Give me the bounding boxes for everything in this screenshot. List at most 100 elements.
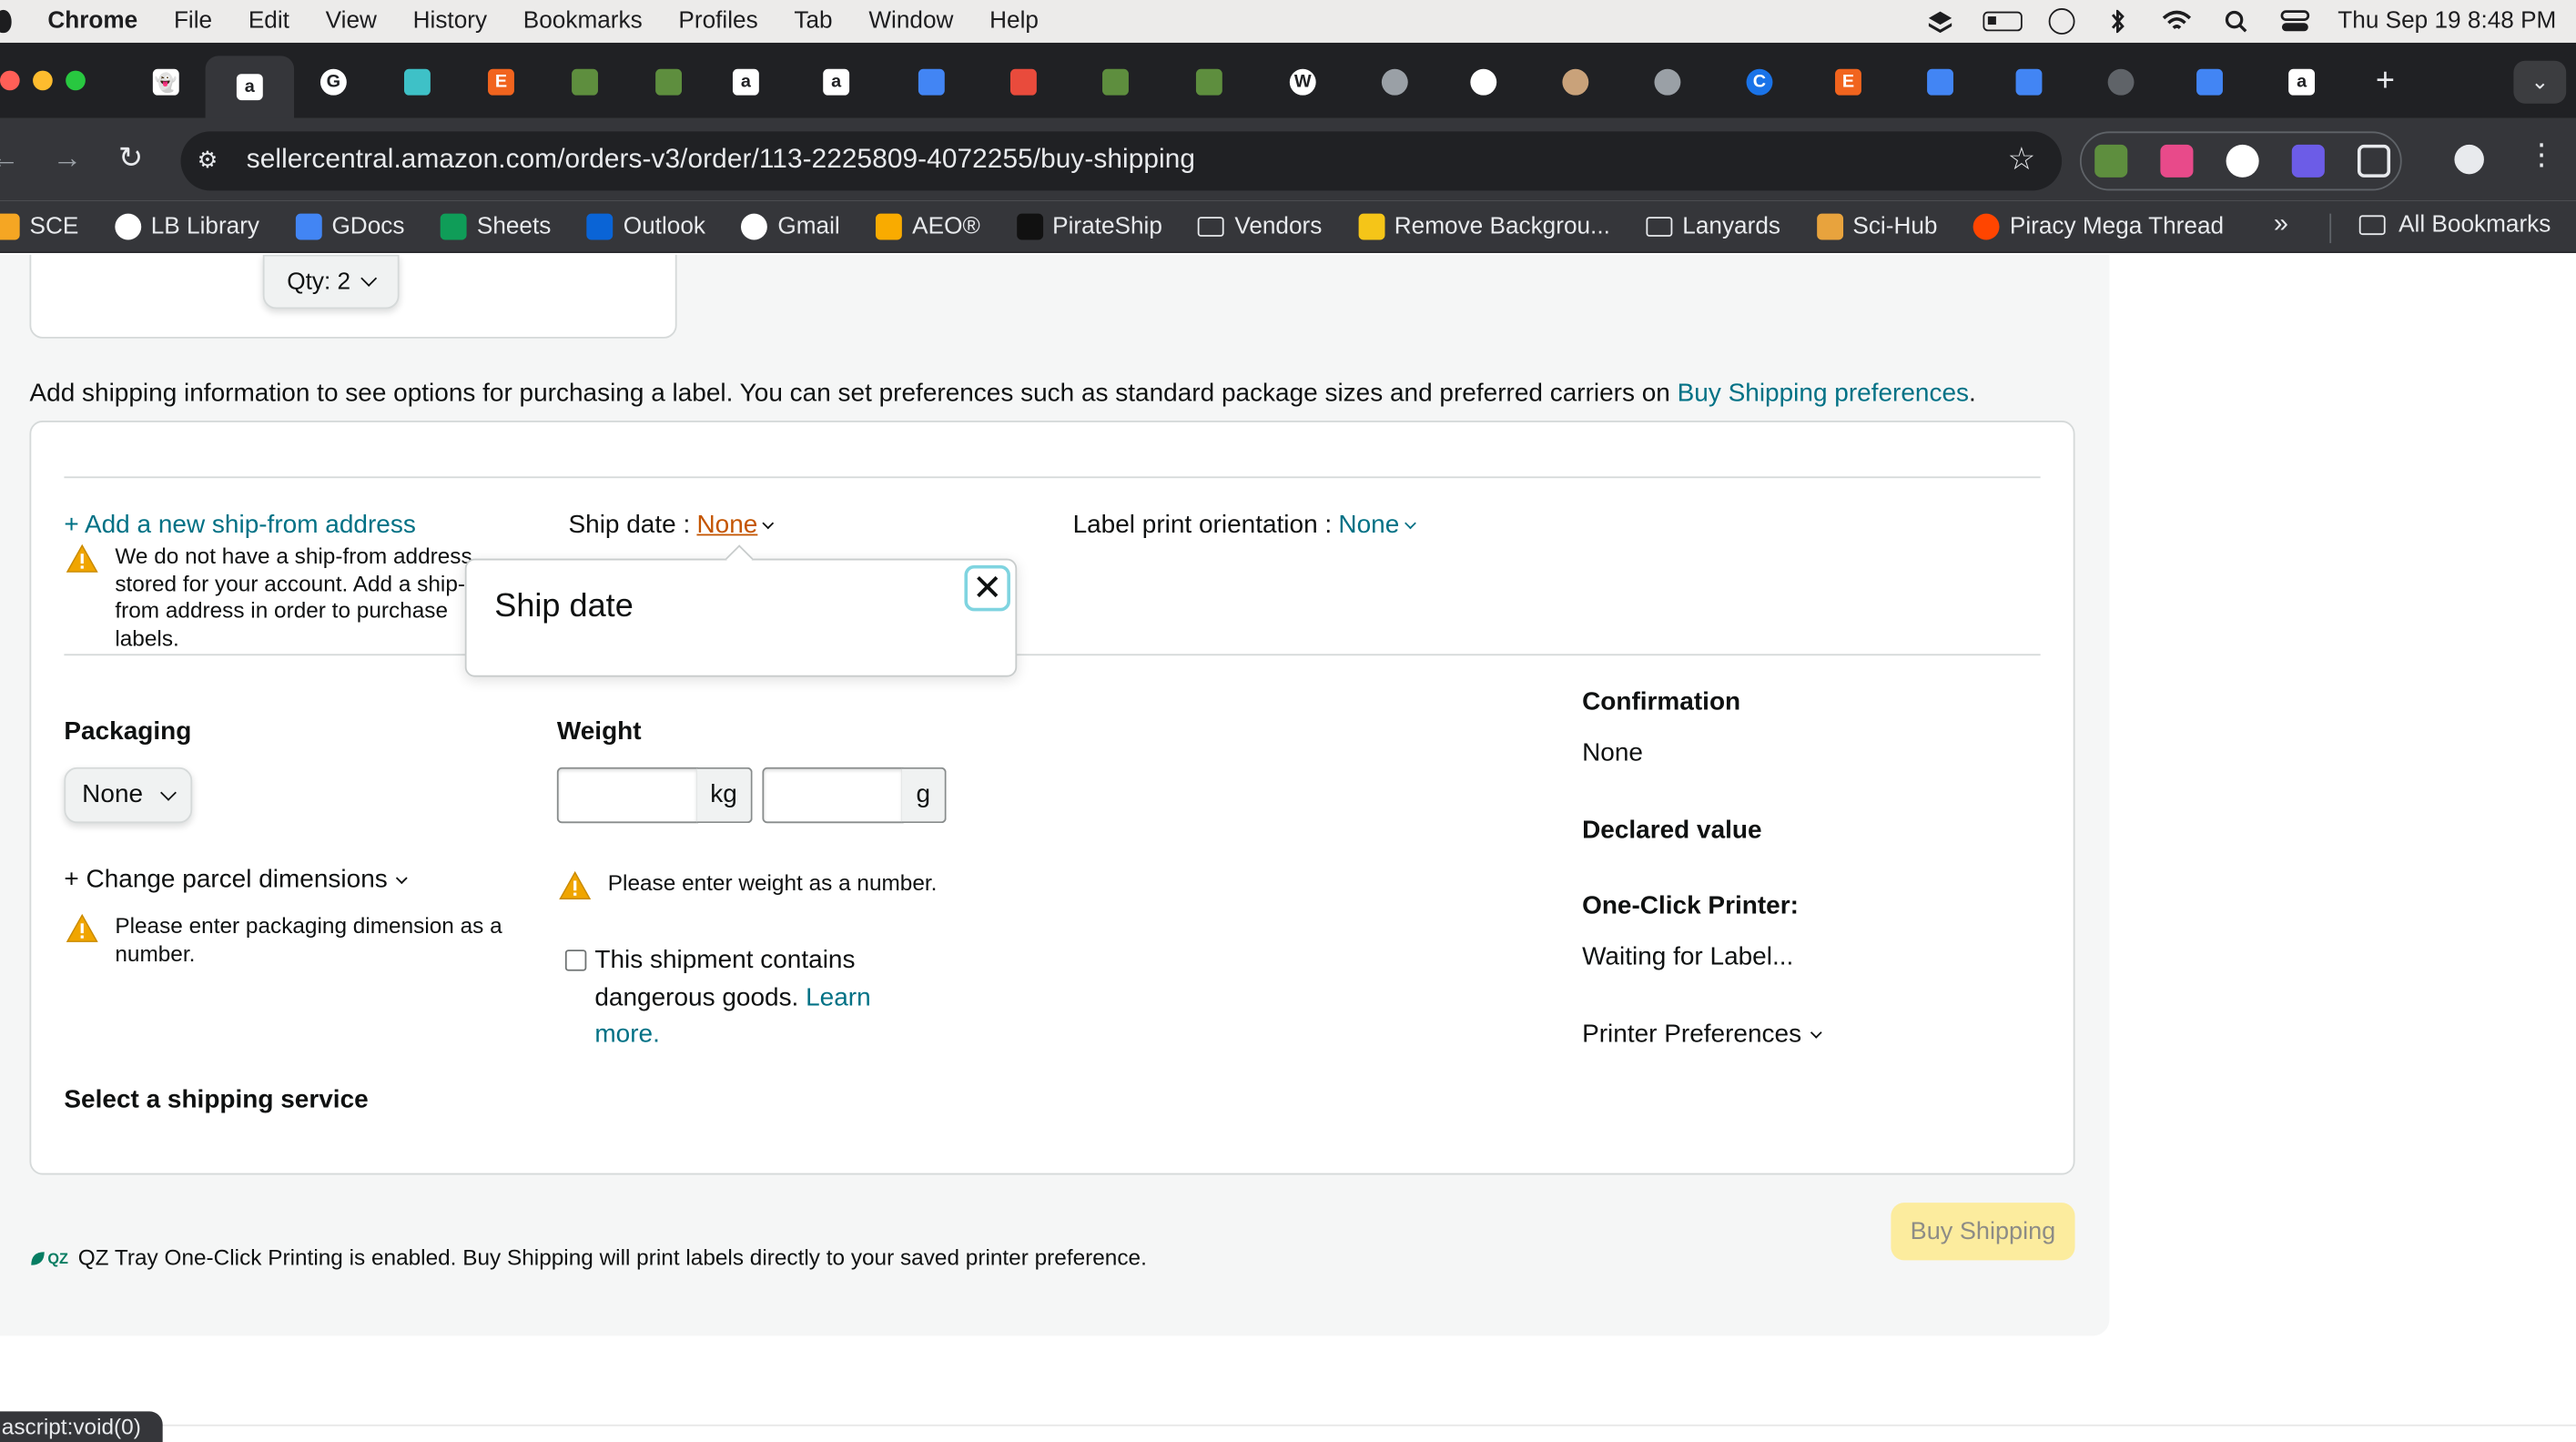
weight-g-input[interactable] [762, 767, 904, 824]
printer-preferences-link[interactable]: Printer Preferences [1582, 1020, 1821, 1050]
bookmark-item[interactable]: GDocs [295, 212, 404, 239]
forward-arrow-icon[interactable]: → [53, 141, 82, 174]
extension-glasses-icon[interactable] [2094, 144, 2128, 178]
reload-icon[interactable]: ↻ [118, 141, 143, 174]
bookmark-item[interactable]: LB Library [115, 212, 259, 239]
packaging-dropdown[interactable]: None [64, 767, 193, 824]
dangerous-goods-checkbox[interactable] [564, 949, 587, 971]
weight-kg-input[interactable] [556, 767, 699, 824]
bookmark-item[interactable]: Piracy Mega Thread [1973, 212, 2224, 239]
battery-icon[interactable] [1983, 11, 2023, 32]
extension-d-icon[interactable] [2291, 144, 2325, 178]
quantity-dropdown[interactable]: Qty: 2 [262, 254, 400, 310]
bluetooth-icon[interactable] [2101, 9, 2134, 34]
browser-tab[interactable] [1171, 59, 1247, 106]
menu-edit[interactable]: Edit [248, 8, 289, 35]
browser-tab[interactable] [1357, 59, 1433, 106]
new-tab-button[interactable]: + [2376, 64, 2395, 96]
browser-tab[interactable]: C [1721, 59, 1797, 106]
buy-shipping-preferences-link[interactable]: Buy Shipping preferences [1678, 380, 1969, 408]
leaf-icon [31, 1251, 45, 1264]
browser-tab[interactable] [547, 59, 623, 106]
bookmarks-overflow-button[interactable]: » [2274, 210, 2288, 239]
amazon-icon: a [732, 68, 759, 96]
close-popover-button[interactable]: ✕ [964, 564, 1010, 612]
menu-help[interactable]: Help [989, 8, 1039, 35]
printer-preferences-label: Printer Preferences [1582, 1020, 1802, 1049]
bookmark-item[interactable]: SCE [0, 212, 78, 239]
address-bar[interactable]: ⚙ sellercentral.amazon.com/orders-v3/ord… [180, 131, 2063, 191]
browser-tab[interactable] [1445, 59, 1521, 106]
browser-tab[interactable]: W [1265, 59, 1341, 106]
browser-tab[interactable]: a [2264, 59, 2339, 106]
bookmark-item[interactable]: PirateShip [1016, 212, 1162, 239]
menu-view[interactable]: View [326, 8, 377, 35]
menu-tab[interactable]: Tab [794, 8, 832, 35]
control-center-icon[interactable] [2278, 10, 2311, 33]
wifi-icon[interactable] [2160, 10, 2193, 33]
extension-s-icon[interactable] [2226, 144, 2259, 178]
site-settings-icon[interactable]: ⚙ [198, 147, 227, 176]
all-bookmarks-button[interactable]: All Bookmarks [2358, 212, 2551, 239]
menu-app-name[interactable]: Chrome [47, 8, 137, 35]
browser-tab[interactable]: G [296, 59, 371, 106]
buy-shipping-button[interactable]: Buy Shipping [1891, 1203, 2075, 1261]
menu-file[interactable]: File [174, 8, 212, 35]
bookmark-item[interactable]: Sheets [441, 212, 551, 239]
browser-tab[interactable]: a [708, 59, 784, 106]
url-text[interactable]: sellercentral.amazon.com/orders-v3/order… [247, 145, 1195, 176]
bookmark-item[interactable]: Gmail [741, 212, 840, 239]
bookmark-star-icon[interactable]: ☆ [2007, 141, 2035, 179]
bookmark-item[interactable]: Vendors [1198, 213, 1322, 239]
browser-tab[interactable] [380, 59, 455, 106]
bookmark-item[interactable]: AEO® [876, 212, 980, 239]
browser-tab[interactable] [1991, 59, 2066, 106]
chevron-down-icon[interactable] [1404, 517, 1416, 530]
ship-date-dropdown[interactable]: None [696, 511, 757, 540]
orientation-dropdown[interactable]: None [1338, 511, 1399, 540]
browser-tab[interactable]: a [798, 59, 874, 106]
menu-history[interactable]: History [413, 8, 487, 35]
more-menu-icon[interactable]: ⋮ [2527, 139, 2556, 168]
close-window-icon[interactable] [0, 70, 20, 91]
zoom-window-icon[interactable] [66, 70, 86, 91]
minimize-window-icon[interactable] [33, 70, 53, 91]
browser-tab[interactable]: a [205, 56, 295, 118]
macos-menu-bar: Chrome File Edit View History Bookmarks … [0, 0, 2576, 43]
bookmark-item[interactable]: Outlook [587, 212, 705, 239]
pirate-icon [1016, 212, 1043, 239]
shopify-icon [1102, 68, 1129, 96]
extensions-puzzle-icon[interactable] [2357, 144, 2391, 178]
tab-search-button[interactable]: ⌄ [2513, 60, 2567, 104]
browser-tab[interactable] [1629, 59, 1705, 106]
search-icon[interactable] [2219, 10, 2252, 33]
extension-camera-icon[interactable] [2160, 144, 2194, 178]
chevron-down-icon[interactable] [762, 517, 775, 530]
browser-tab[interactable] [1078, 59, 1153, 106]
menu-window[interactable]: Window [868, 8, 953, 35]
browser-tab[interactable] [2084, 59, 2159, 106]
profile-avatar-icon[interactable] [2454, 144, 2484, 175]
chevron-down-icon [160, 784, 177, 800]
add-ship-from-address-link[interactable]: + Add a new ship-from address [64, 511, 415, 540]
menu-profiles[interactable]: Profiles [678, 8, 757, 35]
change-parcel-dimensions-link[interactable]: + Change parcel dimensions [64, 866, 408, 895]
bookmark-item[interactable]: Lanyards [1646, 213, 1780, 239]
browser-tab[interactable]: 👻 [128, 59, 204, 106]
menu-clock[interactable]: Thu Sep 19 8:48 PM [2338, 8, 2556, 35]
browser-tab[interactable] [986, 59, 1061, 106]
back-arrow-icon[interactable]: ← [0, 141, 20, 174]
apple-icon[interactable] [0, 9, 12, 34]
dropbox-icon[interactable] [1923, 10, 1956, 34]
play-icon[interactable] [2048, 8, 2075, 35]
bookmark-item[interactable]: Sci-Hub [1816, 212, 1937, 239]
bookmark-item[interactable]: Remove Backgrou... [1358, 212, 1610, 239]
browser-tab[interactable] [1902, 59, 1978, 106]
browser-tab[interactable]: E [1810, 59, 1886, 106]
browser-tab[interactable] [894, 59, 969, 106]
browser-tab[interactable]: E [463, 59, 539, 106]
menu-bookmarks[interactable]: Bookmarks [523, 8, 643, 35]
browser-tab[interactable] [631, 59, 706, 106]
browser-tab[interactable] [1537, 59, 1613, 106]
browser-tab[interactable] [2172, 59, 2247, 106]
